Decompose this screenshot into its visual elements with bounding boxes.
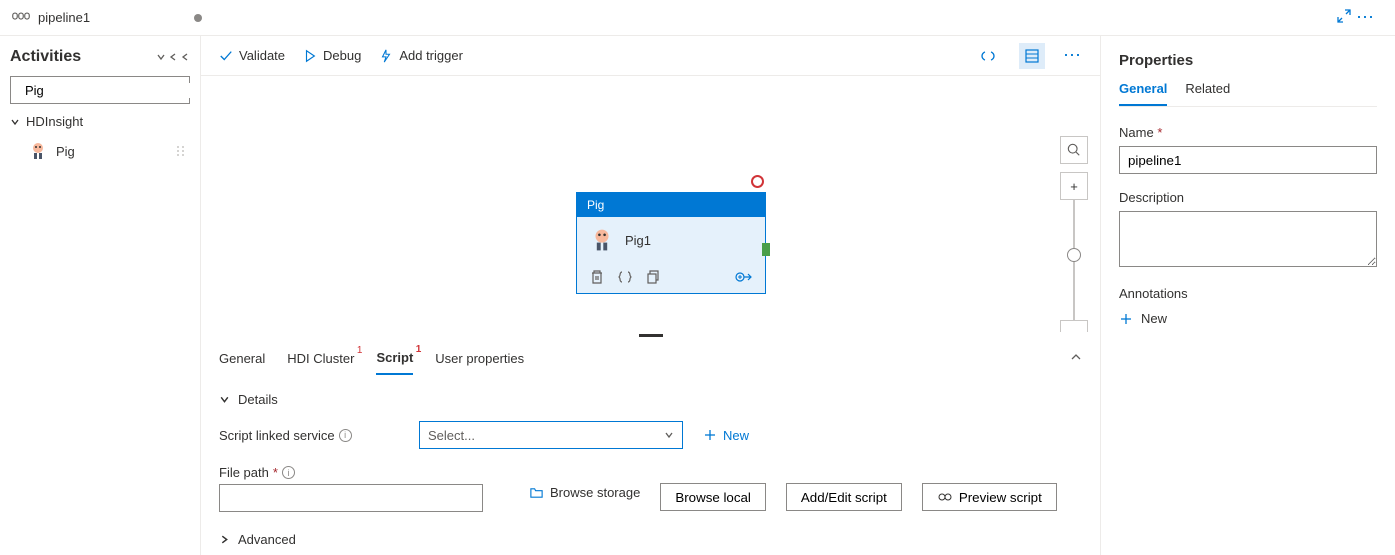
breakpoint-indicator[interactable] — [751, 175, 764, 188]
browse-local-button[interactable]: Browse local — [660, 483, 766, 511]
pipeline-icon — [12, 9, 30, 26]
props-tab-related[interactable]: Related — [1185, 81, 1230, 106]
preview-label: Preview script — [959, 490, 1042, 505]
add-edit-label: Add/Edit script — [801, 490, 887, 505]
advanced-label: Advanced — [238, 532, 296, 547]
zoom-in-button[interactable]: + — [1060, 172, 1088, 200]
properties-toggle-button[interactable] — [1019, 43, 1045, 69]
info-icon[interactable]: i — [282, 466, 295, 479]
tab-general[interactable]: General — [219, 343, 265, 374]
new-linked-service-button[interactable]: New — [703, 428, 749, 443]
chevron-down-icon — [664, 430, 674, 440]
browse-storage-button[interactable]: Browse storage — [529, 485, 640, 500]
pig-icon — [589, 227, 615, 253]
tab-user-properties[interactable]: User properties — [435, 343, 524, 374]
add-trigger-button[interactable]: Add trigger — [379, 48, 463, 63]
preview-icon — [937, 492, 953, 502]
new-label: New — [723, 428, 749, 443]
add-edit-script-button[interactable]: Add/Edit script — [786, 483, 902, 511]
description-input[interactable] — [1119, 211, 1377, 267]
activities-title: Activities — [10, 48, 81, 66]
chevron-down-icon — [10, 117, 20, 127]
preview-script-button[interactable]: Preview script — [922, 483, 1057, 511]
zoom-slider[interactable] — [1073, 200, 1075, 320]
category-hdinsight[interactable]: HDInsight — [10, 104, 190, 135]
script-linked-label: Script linked service — [219, 428, 335, 443]
validate-button[interactable]: Validate — [219, 48, 285, 63]
trigger-label: Add trigger — [399, 48, 463, 63]
new-annotation-button[interactable]: New — [1119, 307, 1377, 326]
tab-title: pipeline1 — [38, 10, 90, 25]
name-label: Name — [1119, 125, 1154, 140]
details-label: Details — [238, 392, 278, 407]
code-view-button[interactable] — [975, 43, 1001, 69]
copy-icon[interactable] — [645, 269, 661, 285]
plus-icon — [1119, 312, 1133, 326]
info-icon[interactable]: i — [339, 429, 352, 442]
more-icon[interactable]: ⋯ — [1356, 7, 1375, 28]
delete-icon[interactable] — [589, 269, 605, 285]
expand-icon[interactable] — [1336, 8, 1352, 27]
braces-icon[interactable] — [617, 269, 633, 285]
drag-handle-icon — [176, 145, 186, 157]
zoom-out-button[interactable]: − — [1060, 320, 1088, 332]
debug-button[interactable]: Debug — [303, 48, 361, 63]
node-pig1[interactable]: Pig Pig1 — [576, 192, 766, 294]
props-tab-general[interactable]: General — [1119, 81, 1167, 106]
script-linked-select[interactable]: Select... — [419, 421, 683, 449]
browse-storage-label: Browse storage — [550, 485, 640, 500]
expand-node-icon[interactable] — [735, 270, 753, 284]
search-input-container[interactable] — [10, 76, 190, 104]
annotations-label: Annotations — [1119, 286, 1377, 301]
zoom-search-button[interactable] — [1060, 136, 1088, 164]
search-input[interactable] — [25, 83, 201, 98]
file-path-input[interactable] — [219, 484, 483, 512]
activity-pig[interactable]: Pig — [10, 135, 190, 167]
debug-label: Debug — [323, 48, 361, 63]
plus-icon — [703, 428, 717, 442]
new-annotation-label: New — [1141, 311, 1167, 326]
zoom-knob[interactable] — [1067, 248, 1081, 262]
description-label: Description — [1119, 190, 1377, 205]
chevron-right-icon — [219, 534, 230, 545]
collapse-details-icon[interactable] — [1070, 351, 1082, 366]
tab-script[interactable]: Script1 — [376, 342, 413, 375]
collapse-sidebar-button[interactable] — [156, 52, 190, 62]
tab-hdi-cluster[interactable]: HDI Cluster1 — [287, 343, 354, 374]
advanced-toggle[interactable]: Advanced — [219, 528, 1082, 547]
chevron-down-icon — [219, 394, 230, 405]
output-handle[interactable] — [762, 243, 770, 256]
browse-local-label: Browse local — [675, 490, 751, 505]
node-name: Pig1 — [625, 233, 651, 248]
pig-icon — [28, 141, 48, 161]
toolbar-more-icon[interactable]: ⋯ — [1063, 45, 1082, 66]
file-path-label: File path — [219, 465, 269, 480]
node-type-label: Pig — [577, 193, 765, 217]
category-label: HDInsight — [26, 114, 83, 129]
validate-label: Validate — [239, 48, 285, 63]
details-section-toggle[interactable]: Details — [219, 386, 1082, 421]
canvas[interactable]: Pig Pig1 — [201, 76, 1100, 332]
name-input[interactable] — [1119, 146, 1377, 174]
activity-label: Pig — [56, 144, 75, 159]
properties-title: Properties — [1119, 52, 1377, 69]
select-placeholder: Select... — [428, 428, 475, 443]
modified-indicator — [194, 14, 202, 22]
folder-icon — [529, 485, 544, 500]
